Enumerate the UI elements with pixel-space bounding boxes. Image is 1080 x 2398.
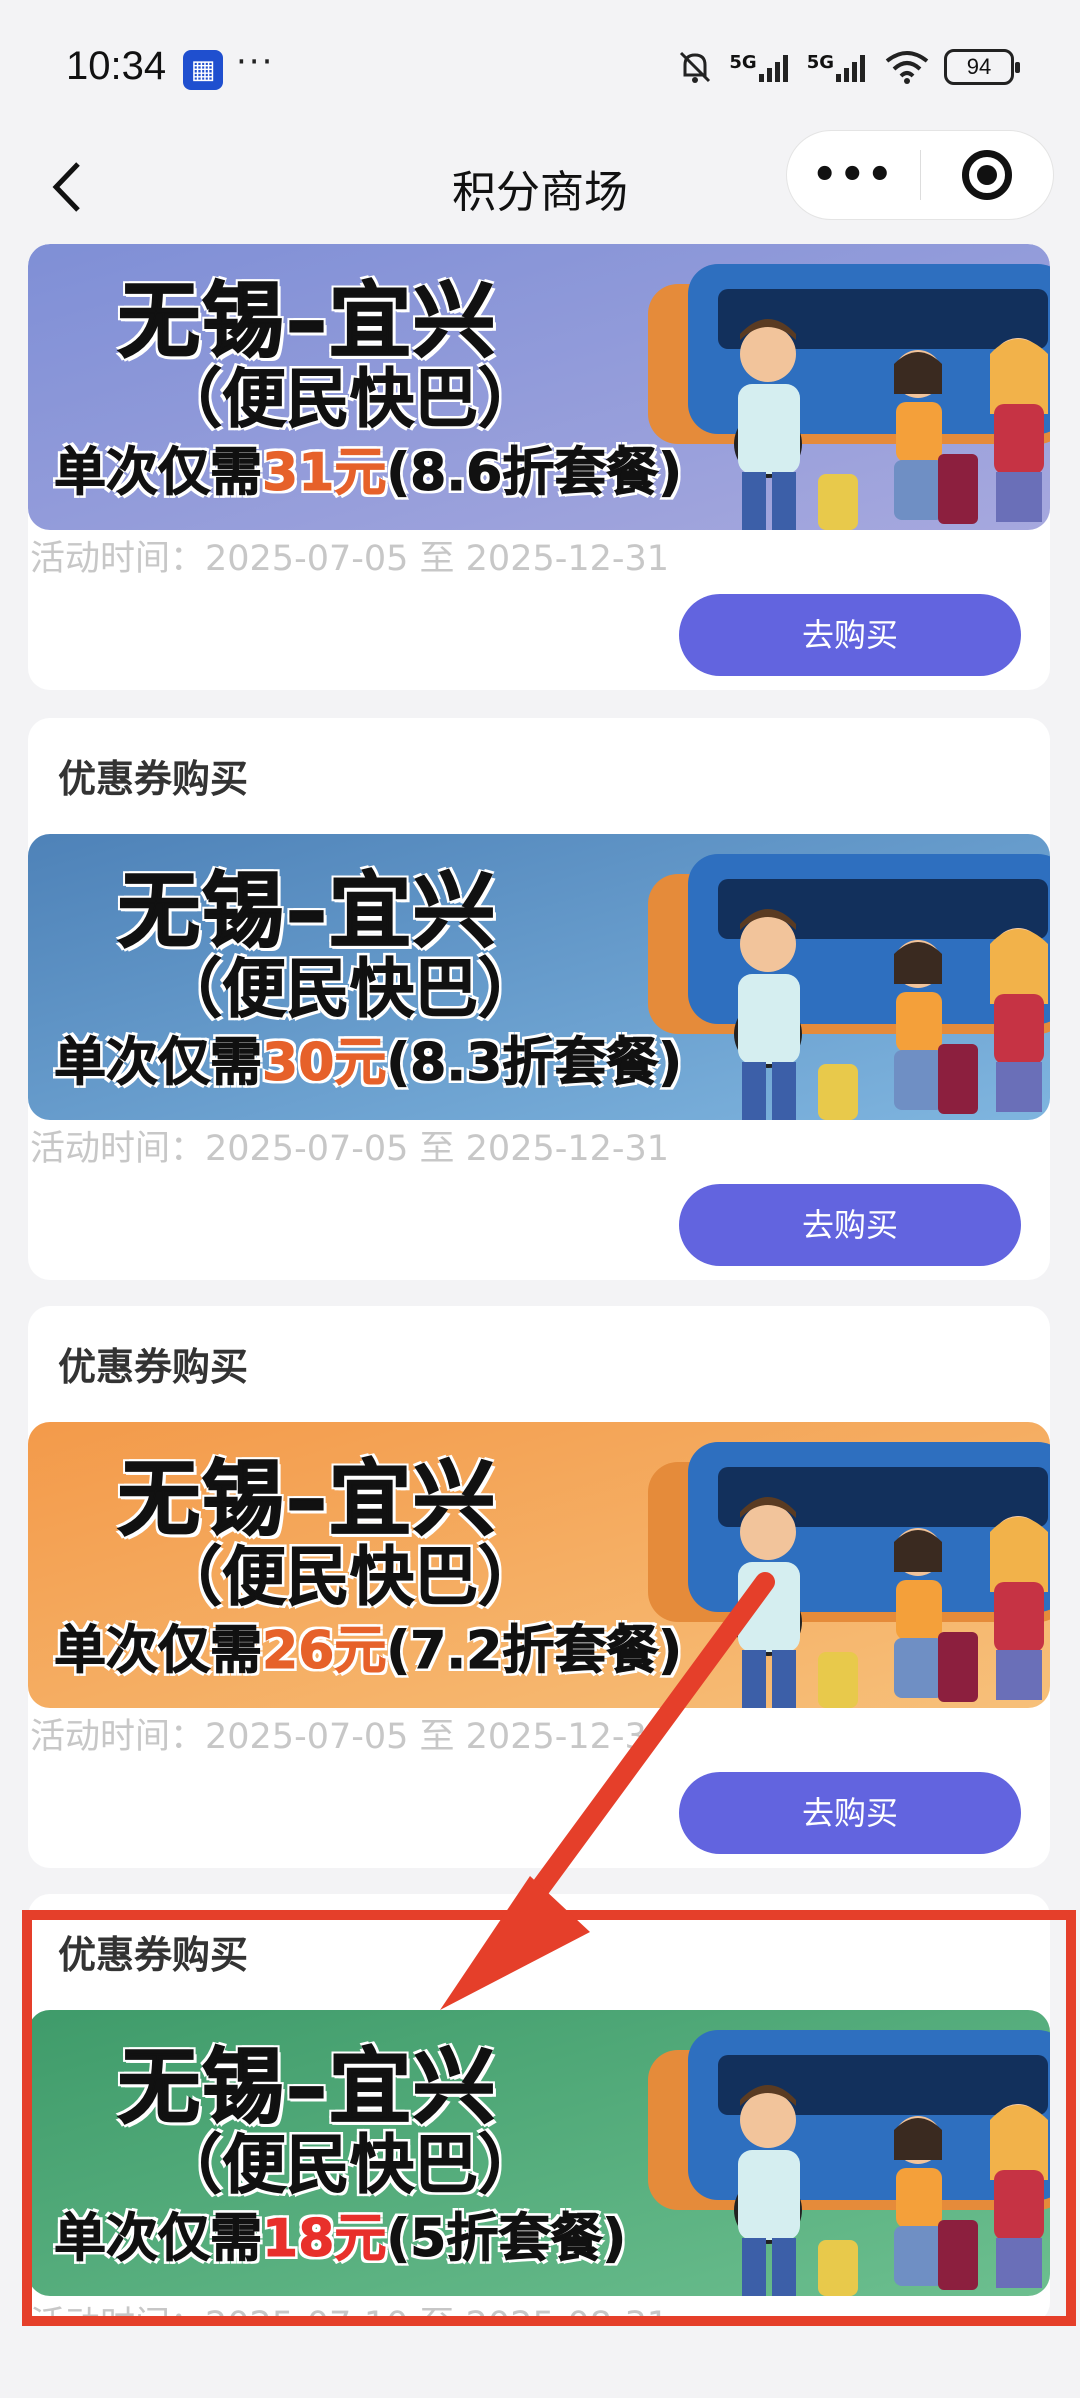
- coupon-banner[interactable]: 无锡–宜兴 （便民快巴） 单次仅需30元(8.3折套餐): [28, 834, 1050, 1120]
- price-prefix: 单次仅需: [53, 443, 263, 504]
- discount-label: (8.3折套餐): [386, 1033, 683, 1094]
- coupon-banner[interactable]: 无锡–宜兴 （便民快巴） 单次仅需31元(8.6折套餐): [28, 244, 1050, 530]
- discount-label: (7.2折套餐): [386, 1621, 683, 1682]
- more-notifications-icon: ···: [236, 42, 275, 82]
- banner-subtitle: （便民快巴）: [158, 1541, 543, 1616]
- price-prefix: 单次仅需: [53, 1621, 263, 1682]
- section-heading: 优惠券购买: [58, 1345, 249, 1389]
- banner-price-line: 单次仅需30元(8.3折套餐): [53, 1020, 683, 1095]
- clock: 10:34: [66, 44, 167, 88]
- more-menu-button[interactable]: •••: [787, 152, 920, 198]
- buy-button[interactable]: 去购买: [679, 1772, 1021, 1854]
- battery-icon: 94: [944, 49, 1020, 85]
- activity-time: 活动时间：2025-07-05 至 2025-12-31: [30, 539, 670, 579]
- banner-price-line: 单次仅需26元(7.2折套餐): [53, 1608, 683, 1683]
- coupon-banner[interactable]: 无锡–宜兴 （便民快巴） 单次仅需26元(7.2折套餐): [28, 1422, 1050, 1708]
- status-bar: 10:34 ▦ ··· 5G 5G 94: [0, 0, 1080, 140]
- navigation-bar: 积分商场 •••: [0, 130, 1080, 240]
- price-value: 31元: [262, 443, 387, 504]
- network-type-label: 5G: [729, 52, 757, 73]
- signal-5g-icon-2: 5G: [807, 52, 870, 82]
- discount-label: (8.6折套餐): [386, 443, 683, 504]
- mini-program-capsule: •••: [786, 130, 1054, 220]
- banner-price-line: 单次仅需31元(8.6折套餐): [53, 430, 683, 505]
- banner-subtitle: （便民快巴）: [158, 363, 543, 438]
- screen: 10:34 ▦ ··· 5G 5G 94 积分商场 ••• 无锡–宜兴 （便民快…: [0, 0, 1080, 2398]
- target-icon: [961, 150, 1012, 200]
- activity-time: 活动时间：2025-07-05 至 2025-12-3: [30, 1717, 647, 1757]
- buy-button[interactable]: 去购买: [679, 594, 1021, 676]
- activity-time: 活动时间：2025-07-05 至 2025-12-31: [30, 1129, 670, 1169]
- signal-5g-icon: 5G: [729, 52, 792, 82]
- annotation-highlight-box: [22, 1910, 1076, 2326]
- app-notification-icon: ▦: [183, 50, 223, 90]
- coupon-card-1: 无锡–宜兴 （便民快巴） 单次仅需31元(8.6折套餐) 活动时间：2025-0…: [28, 244, 1050, 690]
- wifi-icon: [885, 51, 929, 84]
- price-prefix: 单次仅需: [53, 1033, 263, 1094]
- banner-subtitle: （便民快巴）: [158, 953, 543, 1028]
- buy-button[interactable]: 去购买: [679, 1184, 1021, 1266]
- network-type-label-2: 5G: [806, 52, 834, 73]
- close-mini-program-button[interactable]: [921, 150, 1054, 200]
- mute-bell-icon: [680, 51, 711, 83]
- price-value: 30元: [262, 1033, 387, 1094]
- system-icons: 5G 5G 94: [675, 44, 1020, 90]
- price-value: 26元: [262, 1621, 387, 1682]
- coupon-card-2: 优惠券购买 无锡–宜兴 （便民快巴） 单次仅需30元(8.3折套餐) 活动时间：…: [28, 718, 1050, 1280]
- coupon-card-3: 优惠券购买 无锡–宜兴 （便民快巴） 单次仅需26元(7.2折套餐) 活动时间：…: [28, 1306, 1050, 1868]
- section-heading: 优惠券购买: [58, 757, 249, 801]
